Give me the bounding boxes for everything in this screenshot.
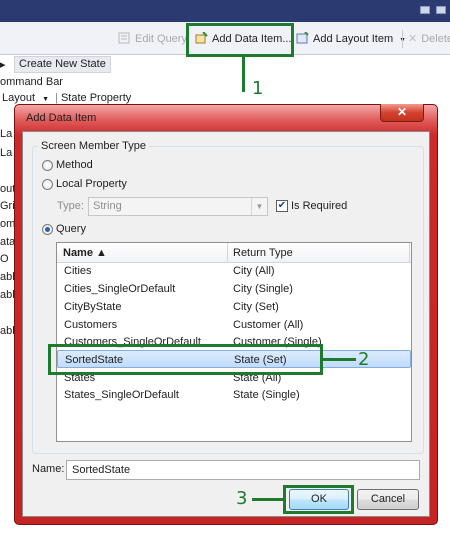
callout-box-2 bbox=[48, 344, 323, 375]
row-return-type: State (Single) bbox=[233, 389, 300, 401]
callout-line-3 bbox=[252, 498, 283, 501]
local-property-radio[interactable] bbox=[42, 179, 53, 190]
add-layout-item-button[interactable]: Add Layout Item ▼ bbox=[296, 30, 406, 48]
tree-fragment: La bbox=[0, 147, 13, 159]
row-return-type: Customer (All) bbox=[233, 319, 304, 331]
edit-query-button[interactable]: Edit Query bbox=[118, 30, 187, 48]
list-item[interactable]: Customers Customer (All) bbox=[57, 316, 411, 334]
delete-icon: ✕ bbox=[408, 33, 418, 45]
type-label: Type: bbox=[57, 200, 84, 212]
close-icon: ✕ bbox=[396, 105, 408, 119]
window-control-icon[interactable] bbox=[420, 6, 430, 14]
callout-number-1: 1 bbox=[252, 78, 264, 99]
chevron-down-icon[interactable]: ▼ bbox=[251, 198, 267, 215]
ide-title-strip bbox=[0, 0, 450, 22]
delete-button[interactable]: ✕ Delete bbox=[408, 30, 450, 48]
state-property-label: State Property bbox=[60, 92, 132, 104]
local-property-label[interactable]: Local Property bbox=[56, 178, 127, 190]
method-label[interactable]: Method bbox=[56, 159, 93, 171]
list-item[interactable]: Cities City (All) bbox=[57, 262, 411, 280]
tree-fragment: La bbox=[0, 128, 13, 140]
type-dropdown[interactable]: String bbox=[88, 197, 268, 216]
tree-fragment: O bbox=[0, 253, 9, 265]
command-bar-node[interactable]: ommand Bar bbox=[0, 74, 63, 91]
add-layout-item-icon bbox=[296, 31, 309, 44]
edit-query-icon bbox=[118, 32, 131, 44]
column-header-return-type[interactable]: Return Type bbox=[227, 243, 409, 263]
row-name: States_SingleOrDefault bbox=[64, 389, 179, 401]
column-divider[interactable] bbox=[409, 243, 410, 263]
tree-fragment: Gri bbox=[0, 200, 15, 212]
row-name: Cities bbox=[64, 265, 92, 277]
list-item[interactable]: States_SingleOrDefault State (Single) bbox=[57, 386, 411, 404]
create-new-state-node[interactable]: Create New State bbox=[14, 56, 111, 73]
window-control-icon[interactable] bbox=[436, 6, 446, 14]
row-name: Customers bbox=[64, 319, 118, 331]
tree-fragment: ata bbox=[0, 236, 16, 248]
tree-fragment: abl bbox=[0, 271, 15, 283]
cancel-button[interactable]: Cancel bbox=[357, 489, 419, 510]
command-bar-label: ommand Bar bbox=[0, 76, 63, 88]
callout-line-2 bbox=[323, 358, 356, 361]
name-label: Name: bbox=[32, 463, 65, 475]
tree-expander-icon[interactable]: ▸ bbox=[0, 57, 12, 74]
method-radio[interactable] bbox=[42, 160, 53, 171]
dialog-title: Add Data Item bbox=[26, 112, 97, 124]
column-header-name[interactable]: Name ▲ bbox=[57, 243, 227, 263]
type-dropdown-value: String bbox=[93, 200, 122, 212]
list-item[interactable]: CityByState City (Set) bbox=[57, 298, 411, 316]
create-new-state-label: Create New State bbox=[19, 58, 106, 70]
row-return-type: City (All) bbox=[233, 265, 275, 277]
list-item[interactable]: Cities_SingleOrDefault City (Single) bbox=[57, 280, 411, 298]
is-required-label[interactable]: Is Required bbox=[291, 200, 347, 212]
add-layout-item-label: Add Layout Item bbox=[313, 33, 394, 45]
row-return-type: City (Set) bbox=[233, 301, 279, 313]
tree-fragment: abl bbox=[0, 325, 15, 337]
query-list-header: Name ▲ Return Type bbox=[57, 243, 411, 263]
callout-number-2: 2 bbox=[358, 349, 370, 370]
row-return-type: City (Single) bbox=[233, 283, 293, 295]
callout-box-1 bbox=[186, 23, 294, 57]
row-name: CityByState bbox=[64, 301, 122, 313]
tree-fragment: abl bbox=[0, 289, 15, 301]
callout-box-3 bbox=[283, 485, 354, 514]
row-name: Cities_SingleOrDefault bbox=[64, 283, 176, 295]
query-radio[interactable] bbox=[42, 224, 53, 235]
name-input[interactable]: SortedState bbox=[66, 460, 420, 480]
callout-number-3: 3 bbox=[236, 488, 248, 509]
close-button[interactable]: ✕ bbox=[380, 104, 424, 122]
is-required-checkbox[interactable]: ✔ bbox=[276, 200, 288, 212]
toolbar-separator bbox=[402, 30, 403, 48]
layout-label: Layout bbox=[2, 92, 36, 104]
chevron-down-icon[interactable]: ▼ bbox=[42, 96, 49, 103]
edit-query-label: Edit Query bbox=[135, 33, 187, 45]
tree-fragment: out bbox=[0, 183, 16, 195]
delete-label: Delete bbox=[421, 33, 450, 45]
group-label: Screen Member Type bbox=[38, 140, 149, 152]
callout-line-1 bbox=[242, 57, 245, 92]
query-label[interactable]: Query bbox=[56, 223, 86, 235]
